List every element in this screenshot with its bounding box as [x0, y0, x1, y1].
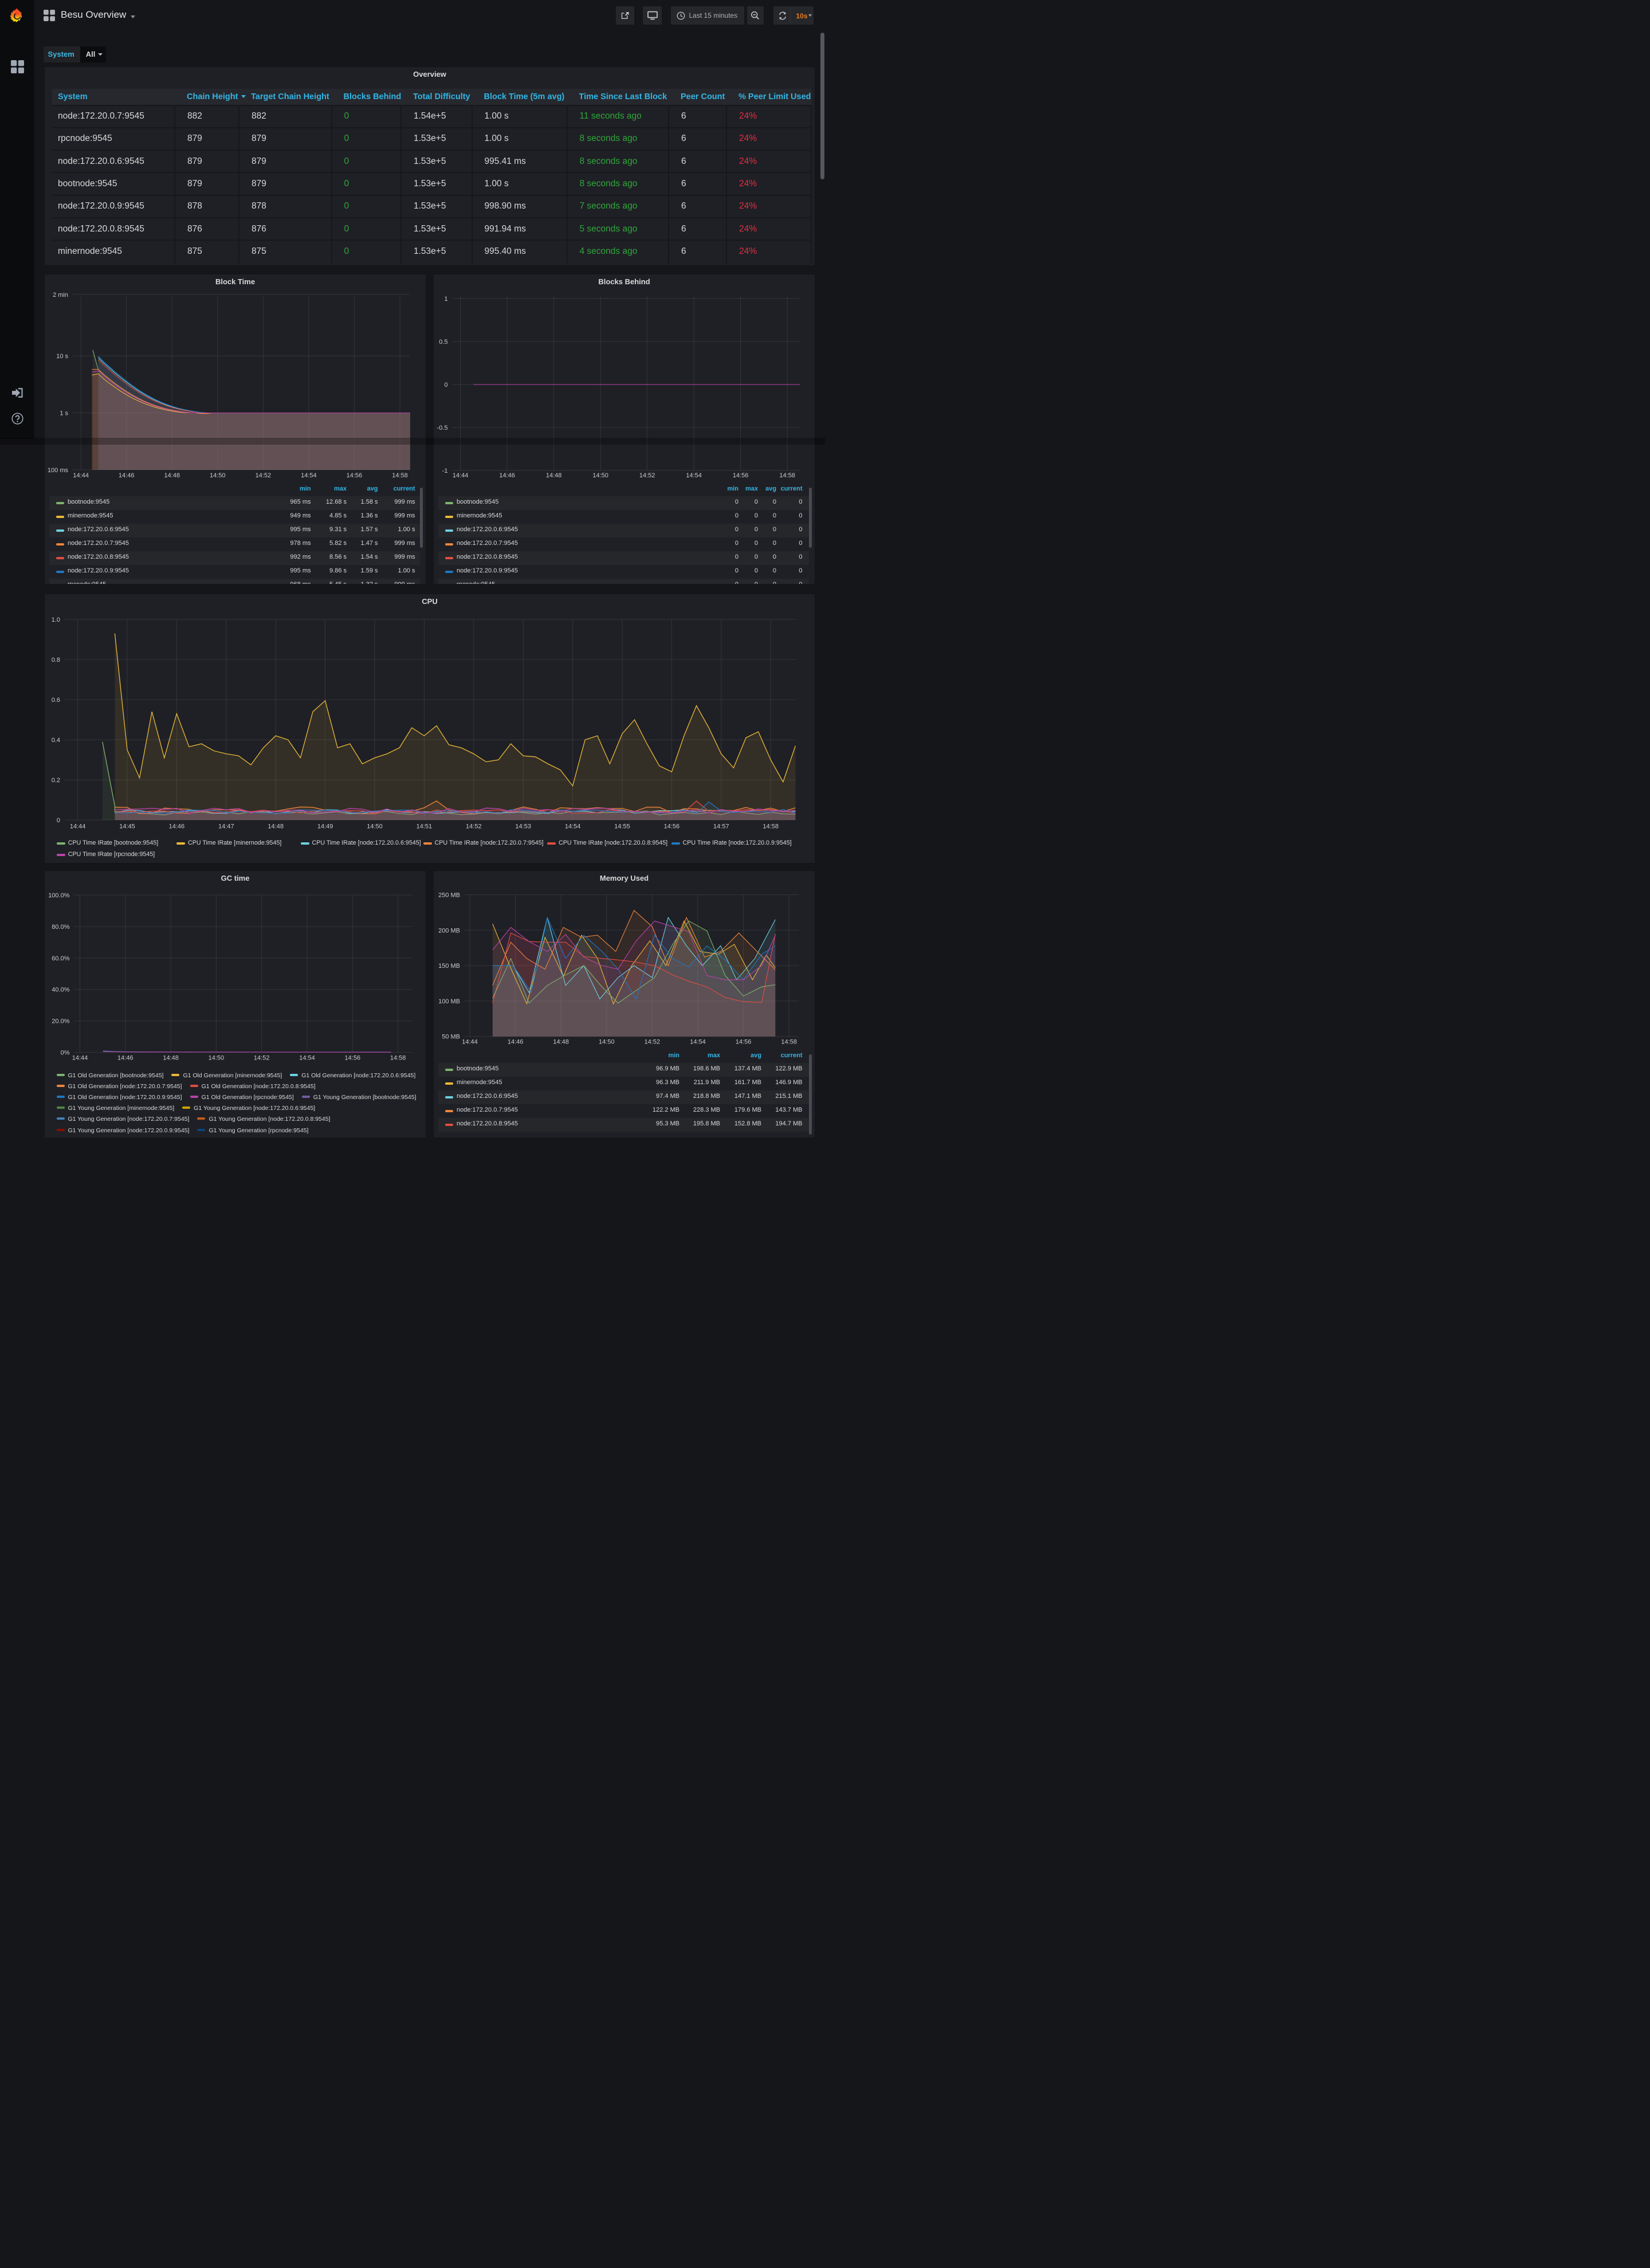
- svg-text:14:48: 14:48: [164, 472, 180, 479]
- svg-text:14:46: 14:46: [499, 472, 515, 479]
- svg-text:0.6: 0.6: [52, 697, 60, 704]
- svg-text:14:56: 14:56: [347, 472, 363, 479]
- svg-text:14:44: 14:44: [70, 823, 86, 830]
- svg-text:14:44: 14:44: [73, 472, 89, 479]
- svg-text:0.8: 0.8: [52, 657, 60, 664]
- svg-text:14:58: 14:58: [390, 1054, 406, 1061]
- svg-text:0%: 0%: [61, 1049, 70, 1056]
- svg-text:14:56: 14:56: [345, 1054, 361, 1061]
- svg-text:14:54: 14:54: [686, 472, 702, 479]
- svg-text:14:46: 14:46: [119, 472, 135, 479]
- svg-text:14:46: 14:46: [169, 823, 185, 830]
- svg-text:14:45: 14:45: [119, 823, 135, 830]
- svg-text:100.0%: 100.0%: [48, 892, 70, 899]
- svg-text:14:54: 14:54: [690, 1038, 706, 1045]
- svg-text:50 MB: 50 MB: [442, 1033, 460, 1040]
- svg-text:0: 0: [444, 382, 447, 389]
- svg-text:0.5: 0.5: [439, 339, 447, 346]
- svg-text:14:52: 14:52: [256, 472, 272, 479]
- svg-text:14:58: 14:58: [392, 472, 408, 479]
- svg-text:0: 0: [57, 817, 60, 824]
- svg-text:14:53: 14:53: [515, 823, 531, 830]
- svg-text:14:50: 14:50: [209, 1054, 225, 1061]
- svg-text:-1: -1: [442, 468, 448, 474]
- svg-text:0.2: 0.2: [52, 777, 60, 784]
- svg-text:100 MB: 100 MB: [438, 998, 460, 1004]
- svg-text:2 min: 2 min: [53, 292, 68, 299]
- svg-text:14:48: 14:48: [268, 823, 284, 830]
- svg-text:14:56: 14:56: [736, 1038, 752, 1045]
- svg-text:14:52: 14:52: [254, 1054, 270, 1061]
- svg-text:20.0%: 20.0%: [52, 1018, 69, 1025]
- svg-text:80.0%: 80.0%: [52, 923, 69, 930]
- svg-text:14:49: 14:49: [317, 823, 333, 830]
- svg-text:14:47: 14:47: [218, 823, 234, 830]
- svg-text:100 ms: 100 ms: [48, 467, 69, 474]
- svg-text:60.0%: 60.0%: [52, 955, 69, 962]
- svg-text:150 MB: 150 MB: [438, 963, 460, 970]
- svg-text:14:57: 14:57: [713, 823, 729, 830]
- svg-text:14:50: 14:50: [367, 823, 383, 830]
- svg-text:14:54: 14:54: [299, 1054, 315, 1061]
- svg-text:200 MB: 200 MB: [438, 927, 460, 934]
- svg-text:14:44: 14:44: [462, 1038, 478, 1045]
- svg-text:14:58: 14:58: [779, 472, 795, 479]
- svg-text:14:44: 14:44: [453, 472, 469, 479]
- svg-text:40.0%: 40.0%: [52, 986, 69, 993]
- svg-text:250 MB: 250 MB: [438, 892, 460, 898]
- svg-text:14:44: 14:44: [72, 1054, 88, 1061]
- svg-text:14:48: 14:48: [163, 1054, 179, 1061]
- svg-text:14:52: 14:52: [466, 823, 482, 830]
- svg-text:1 s: 1 s: [60, 410, 68, 417]
- svg-text:-0.5: -0.5: [437, 425, 448, 431]
- svg-text:14:54: 14:54: [301, 472, 317, 479]
- svg-text:1: 1: [444, 296, 447, 303]
- svg-text:14:54: 14:54: [565, 823, 581, 830]
- svg-text:14:46: 14:46: [508, 1038, 524, 1045]
- svg-text:10 s: 10 s: [56, 353, 68, 360]
- svg-text:14:52: 14:52: [639, 472, 655, 479]
- svg-text:14:58: 14:58: [781, 1038, 797, 1045]
- svg-text:14:50: 14:50: [592, 472, 608, 479]
- svg-text:14:48: 14:48: [546, 472, 562, 479]
- svg-text:0.4: 0.4: [52, 737, 60, 744]
- svg-text:14:52: 14:52: [645, 1038, 661, 1045]
- svg-text:14:56: 14:56: [664, 823, 680, 830]
- svg-text:1.0: 1.0: [52, 617, 60, 623]
- svg-text:14:50: 14:50: [599, 1038, 615, 1045]
- svg-text:14:46: 14:46: [117, 1054, 133, 1061]
- svg-text:14:58: 14:58: [763, 823, 779, 830]
- svg-text:14:50: 14:50: [210, 472, 226, 479]
- svg-text:14:48: 14:48: [553, 1038, 569, 1045]
- svg-text:14:51: 14:51: [417, 823, 433, 830]
- svg-text:14:56: 14:56: [733, 472, 749, 479]
- svg-text:14:55: 14:55: [614, 823, 630, 830]
